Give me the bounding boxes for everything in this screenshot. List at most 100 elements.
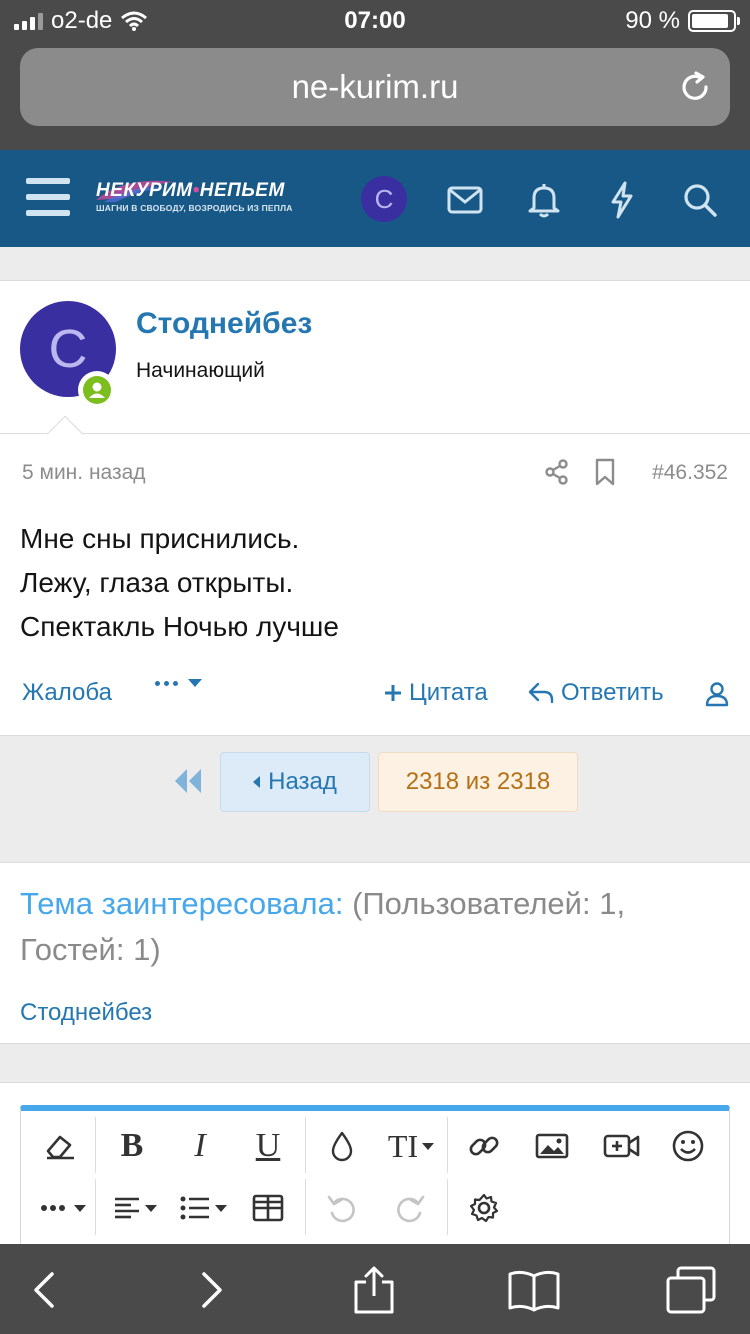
post-username[interactable]: Стоднейбез: [136, 307, 312, 341]
text-size-label: TI: [387, 1127, 419, 1164]
post-time[interactable]: 5 мин. назад: [22, 461, 146, 485]
insert-media-button[interactable]: [595, 1123, 649, 1169]
editor-settings-button[interactable]: [457, 1185, 511, 1231]
current-page-indicator[interactable]: 2318 из 2318: [378, 752, 578, 812]
toolbar-separator: [95, 1179, 96, 1235]
droplet-icon: [331, 1131, 353, 1162]
insert-link-button[interactable]: [457, 1123, 511, 1169]
status-bar: o2-de 07:00 90 %: [0, 0, 750, 40]
redo-icon: [397, 1195, 425, 1223]
quote-button[interactable]: Цитата: [383, 679, 488, 707]
image-icon: [535, 1133, 569, 1159]
logo-subtitle: ШАГНИ В СВОБОДУ, ВОЗРОДИСЬ ИЗ ПЕПЛА: [96, 203, 293, 213]
chevron-down-icon: [74, 1204, 86, 1212]
url-bar[interactable]: ne-kurim.ru: [20, 48, 730, 126]
align-button[interactable]: [105, 1185, 165, 1231]
insert-table-button[interactable]: [241, 1185, 295, 1231]
site-header: НЕКУРИМ•НЕПЬЕМ ШАГНИ В СВОБОДУ, ВОЗРОДИС…: [0, 150, 750, 247]
list-icon: [180, 1196, 209, 1220]
lightning-icon[interactable]: [602, 180, 642, 220]
site-logo[interactable]: НЕКУРИМ•НЕПЬЕМ ШАГНИ В СВОБОДУ, ВОЗРОДИС…: [96, 180, 306, 220]
forward-icon[interactable]: [182, 1266, 242, 1314]
rich-text-editor: B I U TI: [20, 1105, 730, 1253]
bold-label: B: [120, 1127, 144, 1164]
link-icon: [469, 1136, 499, 1156]
align-left-icon: [115, 1197, 139, 1219]
underline-button[interactable]: U: [241, 1123, 295, 1169]
toolbar-separator: [447, 1117, 448, 1173]
toolbar-separator: [95, 1117, 96, 1173]
caret-left-icon: [253, 776, 261, 788]
reload-icon[interactable]: [678, 70, 712, 104]
prev-page-button[interactable]: Назад: [220, 752, 370, 812]
quote-label: Цитата: [409, 679, 488, 706]
back-icon[interactable]: [14, 1266, 74, 1314]
online-status-badge: [78, 371, 116, 409]
interested-summary: Тема заинтересовала: (Пользователей: 1, …: [20, 881, 720, 973]
toolbar-separator: [305, 1179, 306, 1235]
search-icon[interactable]: [680, 180, 720, 220]
user-divider: [0, 433, 750, 434]
tabs-icon[interactable]: [662, 1266, 722, 1314]
post-number[interactable]: #46.352: [652, 461, 728, 485]
user-arrow: [46, 415, 84, 453]
post-line: Спектакль Ночью лучше: [20, 611, 339, 642]
undo-icon: [327, 1195, 355, 1223]
first-page-icon[interactable]: [172, 767, 204, 795]
smile-icon: [672, 1130, 704, 1162]
emoji-button[interactable]: [661, 1123, 715, 1169]
menu-icon[interactable]: [26, 178, 70, 216]
browser-bottom-toolbar: [0, 1244, 750, 1334]
reply-label: Ответить: [561, 679, 664, 706]
clear-format-button[interactable]: [33, 1123, 87, 1169]
share-icon[interactable]: [544, 459, 570, 485]
post-message: С Стоднейбез Начинающий 5 мин. назад #46…: [0, 280, 750, 736]
url-text: ne-kurim.ru: [291, 68, 459, 105]
pagination: Назад 2318 из 2318: [0, 737, 750, 862]
gear-icon: [469, 1193, 499, 1223]
toolbar-separator: [305, 1117, 306, 1173]
more-tools-button[interactable]: [33, 1185, 93, 1231]
toolbar-separator: [447, 1179, 448, 1235]
more-options-button[interactable]: [155, 679, 202, 687]
user-icon[interactable]: [705, 681, 729, 707]
bookmarks-icon[interactable]: [504, 1266, 564, 1314]
undo-button[interactable]: [315, 1185, 369, 1231]
user-title: Начинающий: [136, 359, 265, 382]
text-color-button[interactable]: [315, 1123, 369, 1169]
logo-title: НЕКУРИМ•НЕПЬЕМ: [96, 180, 285, 201]
battery-group: 90 %: [625, 7, 740, 35]
bold-button[interactable]: B: [105, 1123, 159, 1169]
text-size-button[interactable]: TI: [379, 1123, 443, 1169]
report-label: Жалоба: [22, 679, 112, 706]
battery-icon: [688, 10, 740, 32]
italic-label: I: [194, 1127, 206, 1164]
eraser-icon: [46, 1135, 74, 1160]
reply-icon: [528, 682, 554, 704]
underline-label: U: [255, 1127, 281, 1164]
chevron-down-icon: [188, 679, 202, 687]
battery-percent: 90 %: [625, 7, 680, 34]
browser-toolbar: ne-kurim.ru: [0, 40, 750, 150]
redo-button[interactable]: [383, 1185, 437, 1231]
interested-user-link[interactable]: Стоднейбез: [20, 999, 152, 1027]
chevron-down-icon: [145, 1204, 157, 1212]
account-avatar[interactable]: С: [361, 176, 407, 222]
italic-button[interactable]: I: [173, 1123, 227, 1169]
list-button[interactable]: [173, 1185, 233, 1231]
share-sheet-icon[interactable]: [344, 1266, 404, 1314]
prev-page-label: Назад: [268, 768, 337, 795]
bell-icon[interactable]: [524, 180, 564, 220]
user-online-icon: [89, 382, 105, 398]
mail-icon[interactable]: [445, 180, 485, 220]
reply-button[interactable]: Ответить: [527, 679, 664, 707]
post-body: Мне сны приснились. Лежу, глаза открыты.…: [20, 517, 339, 649]
interested-users-block: Тема заинтересовала: (Пользователей: 1, …: [0, 862, 750, 1044]
report-link[interactable]: Жалоба: [22, 679, 112, 707]
insert-image-button[interactable]: [525, 1123, 579, 1169]
post-line: Лежу, глаза открыты.: [20, 567, 294, 598]
interested-label[interactable]: Тема заинтересовала:: [20, 886, 343, 921]
reply-editor-area: B I U TI: [0, 1082, 750, 1253]
bookmark-icon[interactable]: [594, 458, 616, 486]
chevron-down-icon: [215, 1204, 227, 1212]
